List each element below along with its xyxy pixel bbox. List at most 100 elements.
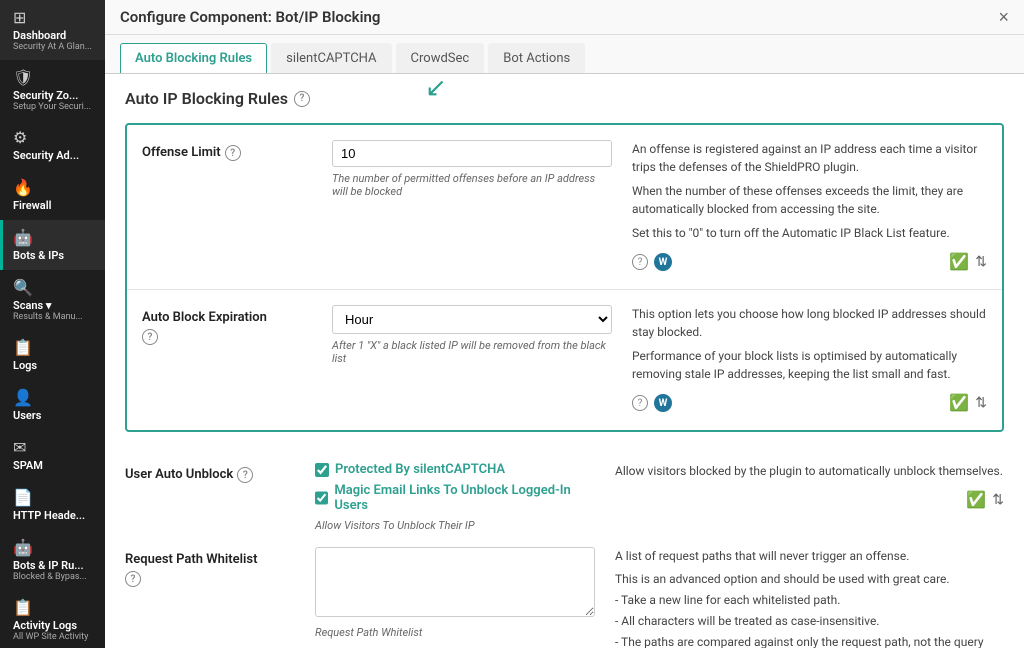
user-auto-unblock-check-icon: ✅ — [966, 488, 986, 512]
offense-limit-label: Offense Limit ? — [142, 140, 332, 161]
offense-wp-icon[interactable]: W — [654, 253, 672, 271]
shield-icon: 🛡 — [13, 68, 95, 87]
sidebar-item-label: Bots & IP Ru... — [13, 559, 95, 572]
auto-block-sort-icon[interactable]: ⇅ — [975, 393, 987, 414]
sidebar-item-sub: Blocked & Bypas... — [13, 572, 95, 582]
sidebar-item-bots-ips[interactable]: 🤖 Bots & IPs — [0, 220, 105, 270]
sidebar-item-activity-logs[interactable]: 📋 Activity Logs All WP Site Activity — [0, 590, 105, 648]
request-path-whitelist-note: Request Path Whitelist — [315, 626, 595, 639]
auto-block-help-icon[interactable]: ? — [142, 329, 158, 345]
sidebar-item-label: SPAM — [13, 459, 95, 472]
auto-block-note: After 1 "X" a black listed IP will be re… — [332, 339, 612, 365]
sidebar-item-dashboard[interactable]: ⊞ Dashboard Security At A Glan... — [0, 0, 105, 60]
gear-icon: ⚙ — [13, 128, 95, 147]
sidebar-item-logs[interactable]: 📋 Logs — [0, 330, 105, 380]
request-path-desc-line3: - All characters will be treated as case… — [615, 612, 1004, 630]
auto-block-expiration-desc: This option lets you choose how long blo… — [632, 305, 987, 415]
request-path-desc-line4: - The paths are compared against only th… — [615, 633, 1004, 648]
user-auto-unblock-sort-icon[interactable]: ⇅ — [992, 490, 1004, 511]
section-title: Auto IP Blocking Rules ? — [125, 89, 1004, 108]
tabs-bar: Auto Blocking Rules silentCAPTCHA CrowdS… — [105, 35, 1024, 74]
request-path-whitelist-help-icon[interactable]: ? — [125, 571, 141, 587]
sidebar-item-sub: All WP Site Activity — [13, 632, 95, 642]
request-path-desc-main: A list of request paths that will never … — [615, 547, 1004, 565]
modal-header: Configure Component: Bot/IP Blocking × — [105, 0, 1024, 35]
sidebar-item-spam[interactable]: ✉ SPAM — [0, 430, 105, 480]
offense-help-icon2[interactable]: ? — [632, 254, 648, 270]
user-auto-unblock-desc: Allow visitors blocked by the plugin to … — [615, 462, 1004, 512]
user-auto-unblock-checkbox2-row: Magic Email Links To Unblock Logged-In U… — [315, 483, 595, 513]
user-auto-unblock-note: Allow Visitors To Unblock Their IP — [315, 519, 595, 532]
offense-limit-desc-note: Set this to "0" to turn off the Automati… — [632, 224, 987, 242]
request-path-whitelist-input-col: Request Path Whitelist — [315, 547, 615, 639]
sidebar-item-security-admin[interactable]: ⚙ Security Ad... — [0, 120, 105, 170]
auto-block-expiration-select[interactable]: Hour 6 Hours 12 Hours Day Week Month Per… — [332, 305, 612, 334]
offense-limit-row: Offense Limit ? The number of permitted … — [127, 125, 1002, 290]
rule-block: Offense Limit ? The number of permitted … — [125, 123, 1004, 432]
user-auto-unblock-input-col: Protected By silentCAPTCHA Magic Email L… — [315, 462, 615, 532]
offense-limit-input[interactable] — [332, 140, 612, 167]
main-content: Configure Component: Bot/IP Blocking × A… — [105, 0, 1024, 648]
section-help-icon[interactable]: ? — [294, 91, 310, 107]
request-path-desc-line2: - Take a new line for each whitelisted p… — [615, 591, 1004, 609]
sidebar-item-label: Security Zo... — [13, 89, 95, 102]
offense-limit-desc: An offense is registered against an IP a… — [632, 140, 987, 274]
user-auto-unblock-desc-main: Allow visitors blocked by the plugin to … — [615, 462, 1004, 480]
user-icon: 👤 — [13, 388, 95, 407]
tab-crowdsec[interactable]: CrowdSec — [396, 43, 485, 73]
sidebar-item-http-headers[interactable]: 📄 HTTP Heade... — [0, 480, 105, 530]
sidebar-item-label: HTTP Heade... — [13, 509, 95, 522]
request-path-whitelist-label: Request Path Whitelist ? — [125, 547, 315, 587]
scan-icon: 🔍 — [13, 278, 95, 297]
http-icon: 📄 — [13, 488, 95, 507]
request-path-whitelist-desc: A list of request paths that will never … — [615, 547, 1004, 648]
sidebar-item-label: Firewall — [13, 199, 95, 212]
offense-limit-desc-main: An offense is registered against an IP a… — [632, 140, 987, 176]
sidebar-item-label: Scans ▾ — [13, 299, 95, 312]
sidebar-item-label: Security Ad... — [13, 149, 95, 162]
protected-silentcaptcha-checkbox[interactable] — [315, 463, 329, 477]
offense-limit-desc-detail: When the number of these offenses exceed… — [632, 182, 987, 218]
request-path-whitelist-row: Request Path Whitelist ? Request Path Wh… — [125, 547, 1004, 648]
auto-block-expiration-label: Auto Block Expiration ? — [142, 305, 332, 345]
dashboard-icon: ⊞ — [13, 8, 95, 27]
user-auto-unblock-checkbox1-row: Protected By silentCAPTCHA — [315, 462, 595, 477]
auto-block-expiration-row: Auto Block Expiration ? Hour 6 Hours 12 … — [127, 290, 1002, 430]
offense-check-icon: ✅ — [949, 250, 969, 274]
tab-silentcaptcha[interactable]: silentCAPTCHA — [271, 43, 391, 73]
firewall-icon: 🔥 — [13, 178, 95, 197]
request-path-whitelist-textarea[interactable] — [315, 547, 595, 617]
user-auto-unblock-icons: ✅ ⇅ — [615, 488, 1004, 512]
sidebar-item-sub: Security At A Glan... — [13, 42, 95, 52]
sidebar-item-label: Logs — [13, 359, 95, 372]
offense-limit-help-icon[interactable]: ? — [225, 145, 241, 161]
sidebar-item-firewall[interactable]: 🔥 Firewall — [0, 170, 105, 220]
tab-bot-actions[interactable]: Bot Actions — [488, 43, 585, 73]
user-auto-unblock-help-icon[interactable]: ? — [237, 467, 253, 483]
offense-sort-icon[interactable]: ⇅ — [975, 252, 987, 273]
sidebar-item-label: Bots & IPs — [13, 249, 95, 262]
auto-block-wp-icon[interactable]: W — [654, 394, 672, 412]
auto-block-desc-main: This option lets you choose how long blo… — [632, 305, 987, 341]
sidebar-item-users[interactable]: 👤 Users — [0, 380, 105, 430]
sidebar-item-bots-ip-rules[interactable]: 🤖 Bots & IP Ru... Blocked & Bypas... — [0, 530, 105, 590]
user-auto-unblock-row: User Auto Unblock ? Protected By silentC… — [125, 452, 1004, 547]
sidebar-item-scans[interactable]: 🔍 Scans ▾ Results & Manu... — [0, 270, 105, 330]
protected-silentcaptcha-label: Protected By silentCAPTCHA — [335, 462, 505, 477]
sidebar: ⊞ Dashboard Security At A Glan... 🛡 Secu… — [0, 0, 105, 648]
close-button[interactable]: × — [998, 8, 1009, 26]
request-path-desc-line1: This is an advanced option and should be… — [615, 570, 1004, 588]
sidebar-item-security-zones[interactable]: 🛡 Security Zo... Setup Your Securi... — [0, 60, 105, 120]
spam-icon: ✉ — [13, 438, 95, 457]
auto-block-check-icon: ✅ — [949, 391, 969, 415]
auto-block-help-icon2[interactable]: ? — [632, 395, 648, 411]
magic-email-links-checkbox[interactable] — [315, 491, 328, 505]
auto-block-icons: ? W ✅ ⇅ — [632, 391, 987, 415]
sidebar-item-label: Activity Logs — [13, 619, 95, 632]
tab-auto-blocking-rules[interactable]: Auto Blocking Rules — [120, 43, 267, 73]
auto-block-expiration-input-col: Hour 6 Hours 12 Hours Day Week Month Per… — [332, 305, 632, 365]
tab-content: Auto IP Blocking Rules ? Offense Limit ?… — [105, 74, 1024, 648]
sidebar-item-sub: Results & Manu... — [13, 312, 95, 322]
auto-block-desc-detail: Performance of your block lists is optim… — [632, 347, 987, 383]
sidebar-item-sub: Setup Your Securi... — [13, 102, 95, 112]
